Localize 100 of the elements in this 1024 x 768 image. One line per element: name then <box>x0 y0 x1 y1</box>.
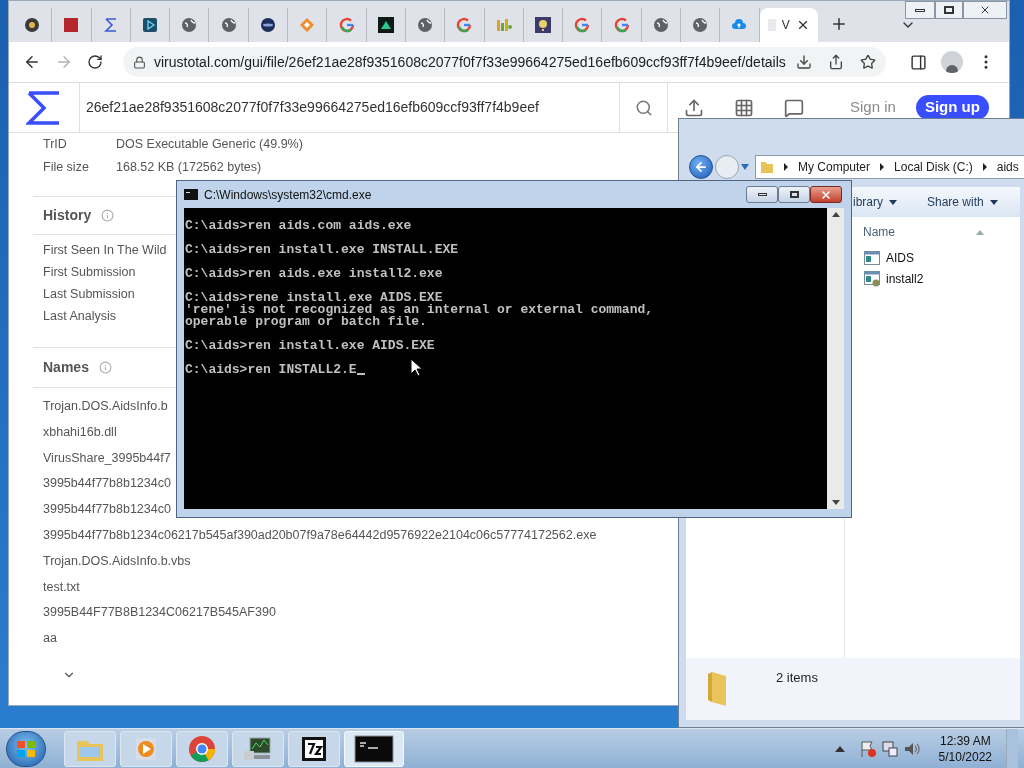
breadcrumb-item[interactable]: Local Disk (C:) <box>894 157 973 176</box>
property-value: DOS Executable Generic (49.9%) <box>116 136 303 154</box>
restore-button[interactable] <box>935 1 963 19</box>
search-field[interactable]: 26ef21ae28f9351608c2077f0f7f33e99664275ed16efb609ccf93ff7f4b9eef <box>80 83 620 132</box>
breadcrumb-arrow-icon <box>879 162 886 171</box>
column-header[interactable]: Name <box>863 223 895 241</box>
square-logo-icon <box>63 17 80 33</box>
google-logo-icon <box>456 17 473 33</box>
side-panel-icon[interactable] <box>910 53 927 71</box>
profile-avatar[interactable] <box>941 51 963 73</box>
file-name: 3995b44f77b8b1234c0 <box>43 501 171 519</box>
question-logo-icon <box>535 17 551 33</box>
windows-logo-icon <box>16 739 36 758</box>
back-icon[interactable] <box>23 53 41 71</box>
upload-icon[interactable] <box>684 97 704 118</box>
history-label: First Submission <box>43 264 136 281</box>
console-line: C:\aids>ren INSTALL2.E <box>185 364 357 376</box>
network-icon[interactable] <box>880 739 899 758</box>
console-line: operable program or batch file. <box>185 316 427 328</box>
bookmark-star-icon[interactable] <box>860 54 876 70</box>
sigma-logo-icon[interactable] <box>26 90 62 125</box>
mouse-pointer-icon <box>410 358 422 377</box>
tab-title: V <box>781 17 790 34</box>
globe-icon <box>417 17 434 33</box>
show-hidden-icons-icon[interactable] <box>834 745 845 752</box>
file-name: xbhahi16b.dll <box>43 423 117 441</box>
chrome-logo-icon <box>187 733 217 764</box>
file-name: 3995b44f77b8b1234c06217b545af390ad20b07f9a78e64442d9576922e2104c06c57774172562.exe <box>43 527 597 544</box>
close-button[interactable] <box>810 186 842 203</box>
dropdown-caret-icon <box>889 199 897 205</box>
property-label: TrID <box>43 136 68 154</box>
file-name: 3995b44f77b8b1234c0 <box>43 475 171 493</box>
scrollbar[interactable] <box>827 208 844 509</box>
property-label: File size <box>43 159 90 177</box>
sign-up-button[interactable]: Sign up <box>915 95 989 120</box>
address-bar[interactable]: My Computer Local Disk (C:) aids <box>755 154 1024 179</box>
history-label: Last Submission <box>43 286 135 303</box>
globe-icon <box>692 17 709 33</box>
close-icon <box>820 188 832 201</box>
archive-app-icon <box>300 734 328 763</box>
console-icon <box>354 734 394 763</box>
search-icon[interactable] <box>634 98 653 117</box>
start-button[interactable] <box>6 730 46 767</box>
file-item[interactable]: install2 <box>863 268 924 289</box>
scroll-down-icon[interactable] <box>831 500 840 505</box>
file-name: test.txt <box>43 578 80 596</box>
bars-logo-icon <box>495 17 512 33</box>
breadcrumb-arrow-icon <box>783 162 789 171</box>
diamond-logo-icon <box>299 17 316 33</box>
lock-icon <box>133 55 146 69</box>
browser-tab[interactable]: V <box>759 8 818 42</box>
taskbar-button[interactable] <box>288 730 340 767</box>
reload-icon[interactable] <box>87 54 103 70</box>
clock[interactable]: 12:39 AM 5/10/2022 <box>928 732 1002 765</box>
url-text: virustotal.com/gui/file/26ef21ae28f9351608c2077f0f7f33e99664275ed16efb609ccf93ff7f4b9eef/details <box>154 52 787 72</box>
folder-icon <box>760 159 774 174</box>
file-name: aa <box>43 630 57 648</box>
minimize-button[interactable] <box>905 1 935 19</box>
taskbar-button[interactable] <box>232 730 284 767</box>
console-line: C:\aids>ren aids.exe install2.exe <box>185 268 443 280</box>
item-count: 2 items <box>776 669 818 687</box>
file-name: Trojan.DOS.AidsInfo.b.vbs <box>43 552 191 570</box>
sigma-logo-icon <box>102 17 119 33</box>
breadcrumb-item[interactable]: aids <box>996 157 1019 176</box>
apps-grid-icon[interactable] <box>734 97 754 118</box>
dropdown-caret-icon[interactable] <box>741 163 749 170</box>
circle-logo-icon <box>24 17 41 33</box>
flag-warning-icon[interactable] <box>858 739 877 758</box>
console-line: C:\aids>rene install.exe AIDS.EXE <box>185 292 443 304</box>
install-icon[interactable] <box>796 54 812 70</box>
property-value: 168.52 KB (172562 bytes) <box>116 159 262 177</box>
console-icon <box>184 189 198 200</box>
globe-icon <box>181 17 198 33</box>
google-logo-icon <box>613 17 630 33</box>
sort-caret-icon <box>976 229 984 235</box>
chat-icon[interactable] <box>784 97 804 118</box>
history-label: First Seen In The Wild <box>43 242 167 259</box>
google-logo-icon <box>574 17 591 33</box>
close-icon <box>979 4 991 16</box>
program-file-icon <box>864 250 880 265</box>
triangle-logo-icon <box>377 17 394 33</box>
network-monitor-icon <box>242 734 274 763</box>
text-cursor <box>356 373 365 375</box>
breadcrumb-arrow-icon <box>981 162 988 171</box>
file-name: Trojan.DOS.AidsInfo.b <box>43 398 168 415</box>
file-item[interactable]: AIDS <box>863 247 914 268</box>
maximize-button[interactable] <box>778 186 810 203</box>
sign-in-link[interactable]: Sign in <box>850 96 896 119</box>
file-name: 3995B44F77B8B1234C06217B545AF390 <box>43 604 276 622</box>
toolbar-menu[interactable]: Share with <box>927 193 998 211</box>
console-line: C:\aids>ren install.exe AIDS.EXE <box>185 340 435 352</box>
console-line: C:\aids>ren install.exe INSTALL.EXE <box>185 244 459 256</box>
breadcrumb-item[interactable]: My Computer <box>798 157 871 176</box>
planet-logo-icon <box>259 17 276 33</box>
share-icon[interactable] <box>828 54 844 70</box>
back-button[interactable] <box>689 154 713 179</box>
minimize-button[interactable] <box>746 186 778 203</box>
address-bar[interactable]: virustotal.com/gui/file/26ef21ae28f9351608c2077f0f7f33e99664275ed16efb609ccf93ff7f4b9eef/details <box>123 47 886 77</box>
toolbar-menu[interactable]: ibrary <box>853 193 897 211</box>
history-label: Last Analysis <box>43 308 116 325</box>
